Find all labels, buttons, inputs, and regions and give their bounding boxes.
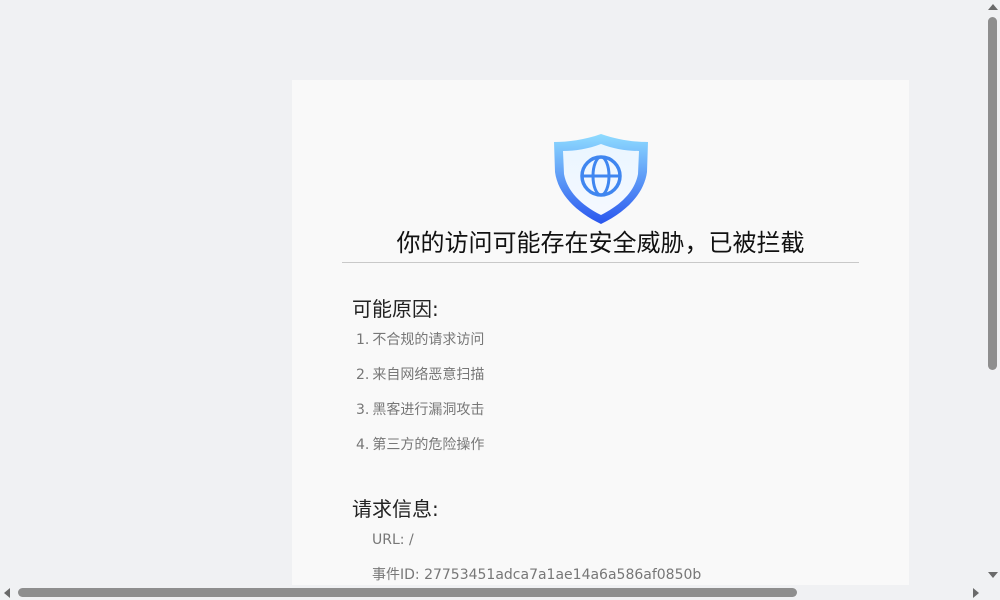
- block-notice-card: 你的访问可能存在安全威胁，已被拦截 可能原因: 1. 不合规的请求访问 2. 来自网…: [292, 80, 909, 585]
- vertical-scrollbar-thumb[interactable]: [988, 17, 997, 370]
- list-item: 2. 来自网络恶意扫描: [356, 367, 485, 383]
- block-headline: 你的访问可能存在安全威胁，已被拦截: [342, 224, 859, 263]
- request-info-list: URL: / 事件ID: 27753451adca7a1ae14a6a586af…: [372, 525, 701, 585]
- scroll-left-arrow-icon[interactable]: [4, 588, 10, 598]
- request-url: URL: /: [372, 532, 414, 548]
- reasons-list: 1. 不合规的请求访问 2. 来自网络恶意扫描 3. 黑客进行漏洞攻击 4. 第三方的危…: [352, 325, 484, 465]
- event-id: 事件ID: 27753451adca7a1ae14a6a586af0850b: [372, 567, 702, 583]
- scrollbar-corner: [985, 585, 1000, 600]
- scroll-up-arrow-icon[interactable]: [988, 4, 998, 10]
- list-item: 1. 不合规的请求访问: [356, 332, 485, 348]
- horizontal-scrollbar-thumb[interactable]: [18, 588, 797, 597]
- page-viewport: 你的访问可能存在安全威胁，已被拦截 可能原因: 1. 不合规的请求访问 2. 来自网…: [0, 0, 985, 585]
- reasons-title: 可能原因:: [352, 297, 439, 321]
- scroll-down-arrow-icon[interactable]: [988, 572, 998, 578]
- request-info-title: 请求信息:: [352, 497, 439, 521]
- shield-globe-icon: [554, 134, 648, 224]
- scroll-right-arrow-icon[interactable]: [973, 588, 979, 598]
- list-item: 3. 黑客进行漏洞攻击: [356, 402, 485, 418]
- list-item: 4. 第三方的危险操作: [356, 437, 485, 453]
